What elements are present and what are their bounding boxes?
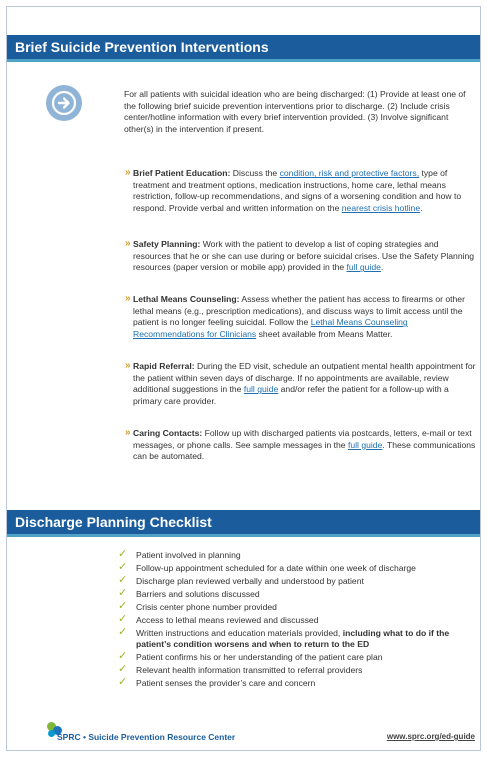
checklist-item: ✓ Patient confirms his or her understandi… [118,650,480,663]
checklist-item: ✓ Barriers and solutions discussed [118,587,480,600]
item-text: Discuss the [230,168,280,178]
checklist-text: Patient involved in planning [136,550,241,560]
checklist-item: ✓ Discharge plan reviewed verbally and un… [118,574,480,587]
checklist-text: Crisis center phone number provided [136,602,277,612]
section-divider [7,59,480,62]
discharge-checklist: ✓ Patient involved in planning ✓ Follow-up… [118,548,480,691]
checklist-text: Relevant health information transmitted … [136,665,363,676]
item-title: Lethal Means Counseling: [133,294,240,304]
checklist-text: Access to lethal means reviewed and disc… [136,615,319,625]
intervention-brief-patient-education: » Brief Patient Education: Discuss the c… [125,167,478,214]
intervention-rapid-referral: » Rapid Referral: During the ED visit, s… [125,360,478,407]
double-chevron-icon: » [125,238,131,249]
link-nearest-crisis-hotline[interactable]: nearest crisis hotline [342,203,420,213]
link-full-guide[interactable]: full guide [347,262,381,272]
item-text: . [420,202,423,213]
checkmark-icon: ✓ [118,574,128,586]
footer-url[interactable]: www.sprc.org/ed-guide [387,732,475,741]
checkmark-icon: ✓ [118,650,128,663]
footer-org: SPRC • Suicide Prevention Resource Cente… [57,732,236,742]
checklist-item: ✓ Patient senses the provider’s care and … [118,676,480,689]
item-text: sheet available from Means Matter. [256,328,393,339]
checkmark-icon: ✓ [118,676,128,689]
checklist-item: ✓ Patient involved in planning [118,548,480,561]
item-title: Caring Contacts: [133,428,203,438]
intervention-safety-planning: » Safety Planning: Work with the patient… [125,238,478,274]
section-title-text: Brief Suicide Prevention Interventions [15,39,269,55]
checkmark-icon: ✓ [118,548,128,560]
double-chevron-icon: » [125,167,131,178]
checklist-item: ✓ Written instructions and education mate… [118,626,480,650]
item-text: . [380,262,384,273]
item-title: Brief Patient Education: [133,168,231,178]
double-chevron-icon: » [125,293,131,304]
item-title: Safety Planning: [133,239,201,249]
checklist-text: Barriers and solutions discussed [136,589,260,599]
checklist-item: ✓ Follow-up appointment scheduled for a d… [118,561,480,574]
checklist-text: Patient confirms his or her understandin… [136,652,383,663]
checklist-item: ✓ Access to lethal means reviewed and dis… [118,613,480,626]
checklist-text: Written instructions and education mater… [136,628,343,638]
section-title-checklist: Discharge Planning Checklist [7,510,480,534]
checklist-item: ✓ Relevant health information transmitted… [118,663,480,676]
intro-paragraph: For all patients with suicidal ideation … [124,89,466,134]
section-divider [7,534,480,537]
double-chevron-icon: » [125,427,131,438]
item-title: Rapid Referral: [133,361,195,371]
checkmark-icon: ✓ [118,613,128,625]
section-title-text: Discharge Planning Checklist [15,514,212,530]
checkmark-icon: ✓ [118,561,128,573]
checklist-text: Patient senses the provider’s care and c… [136,678,316,689]
intervention-lethal-means-counseling: » Lethal Means Counseling: Assess whethe… [125,293,478,340]
intervention-caring-contacts: » Caring Contacts: Follow up with discha… [125,427,478,463]
section-title-interventions: Brief Suicide Prevention Interventions [7,35,480,59]
checkmark-icon: ✓ [118,587,128,599]
double-chevron-icon: » [125,360,131,371]
checklist-item: ✓ Crisis center phone number provided [118,600,480,613]
checklist-text: Discharge plan reviewed verbally and und… [136,576,364,586]
top-band [7,7,480,35]
link-full-guide[interactable]: full guide [244,384,278,394]
document-page: Brief Suicide Prevention Interventions F… [6,6,481,751]
arrow-right-circle-icon [46,85,82,121]
checklist-text: Follow-up appointment scheduled for a da… [136,563,416,573]
link-full-guide[interactable]: full guide [348,440,382,450]
checkmark-icon: ✓ [118,626,128,638]
footer: SPRC • Suicide Prevention Resource Cente… [45,720,475,744]
link-condition-risk-factors[interactable]: condition, risk and protective factors, [280,168,419,178]
checkmark-icon: ✓ [118,663,128,676]
checkmark-icon: ✓ [118,600,128,612]
